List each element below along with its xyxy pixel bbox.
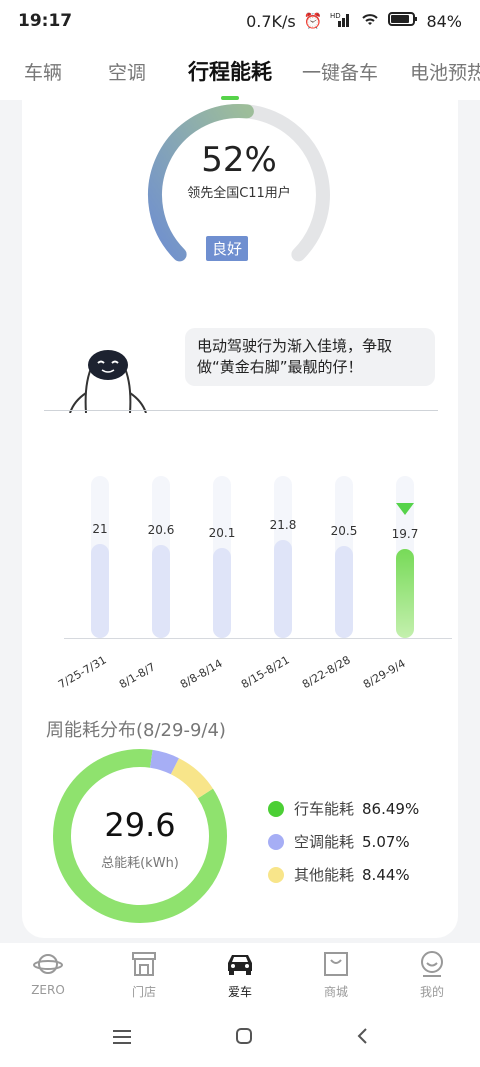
planet-icon	[33, 954, 63, 974]
status-bar: 19:17 0.7K/s ⏰ HD 84%	[0, 0, 480, 42]
legend-name: 空调能耗	[294, 833, 355, 851]
legend-item-driving: 行车能耗 86.49%	[268, 792, 448, 825]
legend-name: 其他能耗	[294, 866, 355, 884]
hd-signal-icon: HD	[330, 11, 352, 31]
bar-category-label: 8/8-8/14	[178, 656, 225, 692]
battery-icon	[388, 11, 418, 31]
nav-label: 我的	[419, 985, 444, 999]
alarm-icon: ⏰	[303, 12, 323, 30]
menu-icon[interactable]	[112, 1026, 132, 1051]
section-divider	[44, 410, 438, 411]
legend-value: 8.44%	[362, 865, 410, 884]
tab-prepare-car[interactable]: 一键备车	[302, 58, 378, 85]
nav-label: 门店	[131, 985, 156, 999]
legend-name: 行车能耗	[294, 800, 355, 818]
bar-category-label: 8/29-9/4	[361, 656, 408, 692]
grade-badge: 良好	[206, 236, 249, 261]
distribution-legend: 行车能耗 86.49% 空调能耗 5.07% 其他能耗 8.44%	[268, 792, 448, 891]
bar-value-label: 21.8	[269, 517, 297, 532]
energy-card: 52% 领先全国C11用户 良好 电动驾驶行为渐入佳境，争取 做“黄金右脚”最靓…	[22, 100, 458, 938]
legend-item-other: 其他能耗 8.44%	[268, 858, 448, 891]
bar[interactable]	[91, 543, 109, 638]
weekly-energy-chart: 21 7/25-7/31 20.6 8/1-8/7 20.1 8/8-8/14 21.8 8/…	[44, 476, 454, 691]
svg-text:HD: HD	[330, 12, 341, 20]
legend-dot-ac	[268, 833, 284, 850]
bottom-nav: ZERO 门店 爱车 商城 我的	[0, 943, 480, 1010]
nav-mall[interactable]: 商城	[288, 943, 384, 1010]
bar-value-label: 21	[92, 521, 108, 536]
shopping-bag-icon	[324, 952, 348, 976]
tip-line-2: 做“黄金右脚”最靓的仔！	[197, 358, 363, 376]
bar[interactable]	[396, 549, 414, 638]
nav-zero[interactable]: ZERO	[0, 943, 96, 1010]
bar-value-label: 19.7	[391, 527, 419, 542]
legend-value: 86.49%	[362, 799, 420, 818]
selected-week-marker	[396, 503, 414, 516]
bar-category-label: 8/1-8/7	[117, 660, 158, 692]
profile-icon	[421, 951, 443, 977]
distribution-title: 周能耗分布(8/29-9/4)	[46, 720, 226, 741]
bar-value-label: 20.6	[147, 523, 175, 538]
network-speed: 0.7K/s	[246, 11, 296, 31]
donut-total-label: 总能耗(kWh)	[101, 856, 179, 871]
legend-dot-other	[268, 866, 284, 883]
donut-total-value: 29.6	[104, 806, 176, 844]
store-icon	[132, 952, 156, 976]
nav-profile[interactable]: 我的	[384, 943, 480, 1010]
bar[interactable]	[213, 547, 231, 638]
bar[interactable]	[274, 539, 292, 638]
tab-battery-preheat[interactable]: 电池预热	[410, 58, 480, 85]
legend-value: 5.07%	[362, 832, 410, 851]
donut-slice	[170, 758, 213, 799]
nav-label: 商城	[323, 985, 348, 999]
tab-climate[interactable]: 空调	[108, 58, 146, 85]
tip-bubble: 电动驾驶行为渐入佳境，争取 做“黄金右脚”最靓的仔！	[185, 328, 435, 386]
wifi-icon	[360, 11, 380, 31]
nav-store[interactable]: 门店	[96, 943, 192, 1010]
bar-category-label: 8/15-8/21	[239, 653, 292, 692]
nav-label: 爱车	[227, 985, 252, 999]
status-indicators: 0.7K/s ⏰ HD 84%	[246, 11, 462, 31]
tab-trip-energy[interactable]: 行程能耗	[188, 56, 272, 100]
gauge-percent: 52%	[201, 140, 277, 180]
back-icon[interactable]	[356, 1026, 368, 1051]
nav-label: ZERO	[31, 983, 65, 997]
bar-category-label: 7/25-7/31	[56, 653, 109, 692]
home-icon[interactable]	[235, 1026, 253, 1051]
battery-percent: 84%	[426, 11, 462, 31]
car-icon	[228, 955, 252, 975]
nav-my-car[interactable]: 爱车	[192, 943, 288, 1010]
legend-item-ac: 空调能耗 5.07%	[268, 825, 448, 858]
status-time: 19:17	[18, 11, 73, 31]
chart-baseline	[64, 638, 452, 639]
donut-slice	[149, 749, 179, 775]
bar-value-label: 20.5	[330, 523, 358, 538]
bar[interactable]	[152, 545, 170, 638]
bar[interactable]	[335, 545, 353, 638]
tab-vehicle[interactable]: 车辆	[24, 58, 62, 85]
top-tabs: 车辆 空调 行程能耗 一键备车 电池预热	[0, 42, 480, 100]
gauge-subtitle: 领先全国C11用户	[187, 186, 291, 201]
tip-line-1: 电动驾驶行为渐入佳境，争取	[197, 337, 393, 355]
bar-value-label: 20.1	[208, 525, 236, 540]
system-nav-bar	[0, 1010, 480, 1067]
legend-dot-driving	[268, 800, 284, 817]
robot-mascot	[64, 343, 152, 414]
bar-category-label: 8/22-8/28	[300, 653, 353, 692]
